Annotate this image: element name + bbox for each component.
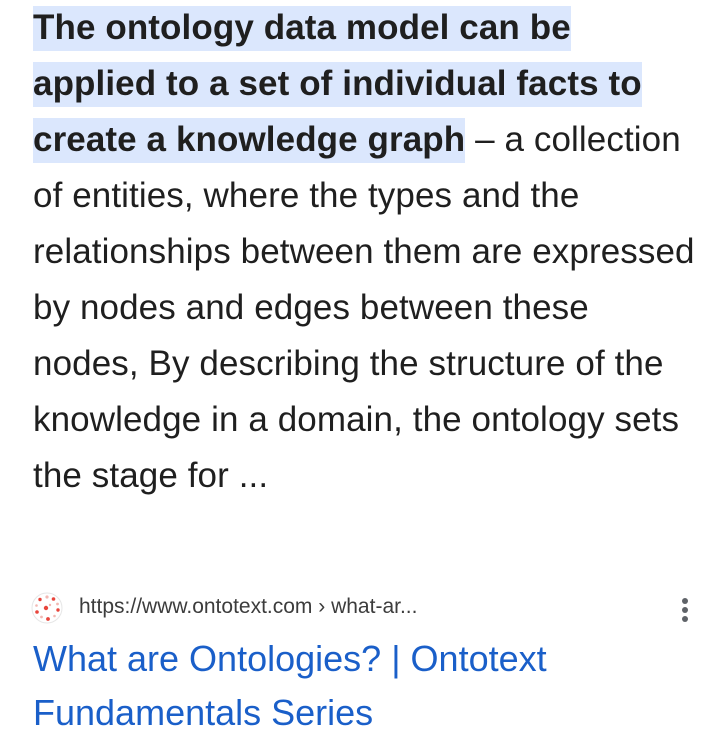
result-url[interactable]: https://www.ontotext.com › what-ar... <box>79 595 417 619</box>
snippet-text: – a collection of entities, where the ty… <box>33 120 695 495</box>
result-title-link[interactable]: What are Ontologies? | Ontotext Fundamen… <box>33 632 693 740</box>
ontotext-logo-icon <box>31 592 63 624</box>
result-header[interactable]: https://www.ontotext.com › what-ar... <box>31 590 691 626</box>
result-snippet: The ontology data model can be applied t… <box>33 0 703 504</box>
more-vert-icon[interactable] <box>679 598 691 628</box>
